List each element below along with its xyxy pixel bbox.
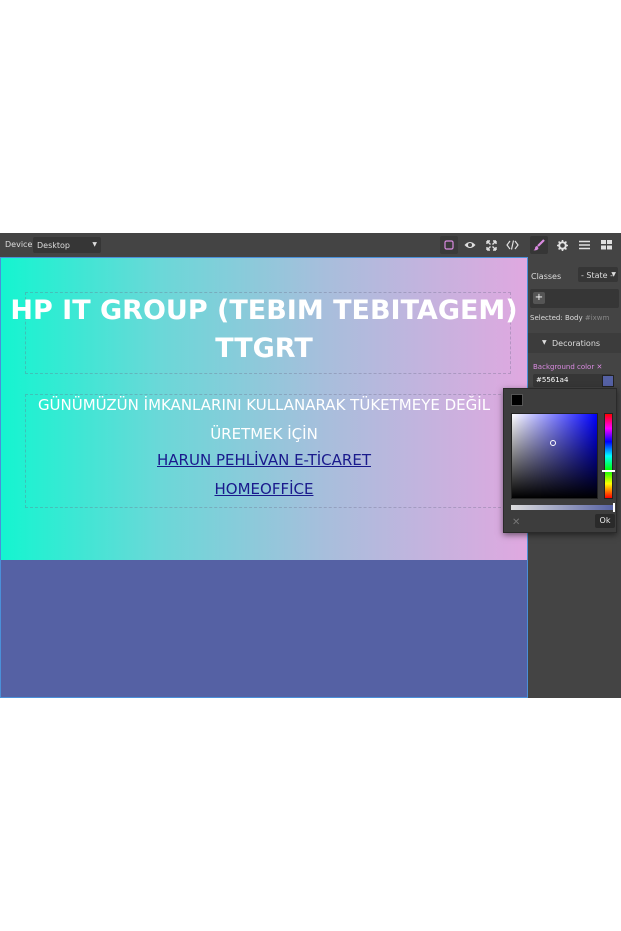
- eye-icon: [464, 242, 476, 248]
- color-picker-popup: ✕ Ok: [503, 388, 617, 533]
- style-manager-button[interactable]: [530, 236, 548, 254]
- top-toolbar: Device Desktop ▼: [0, 233, 621, 257]
- background-color-label: Background color ✕: [533, 363, 602, 371]
- hue-slider[interactable]: [604, 413, 613, 499]
- view-code-button[interactable]: [503, 236, 521, 254]
- selected-info: Selected: Body #ixwm: [530, 314, 609, 322]
- add-class-button[interactable]: +: [533, 292, 545, 304]
- homeoffice-link[interactable]: HOMEOFFİCE: [1, 480, 527, 498]
- ok-button[interactable]: Ok: [595, 514, 615, 528]
- device-select-value: Desktop: [37, 241, 70, 250]
- square-border-icon: [444, 240, 454, 250]
- editor-canvas[interactable]: HP IT GROUP (TEBIM TEBITAGEM) TTGRT GÜNÜ…: [0, 257, 528, 698]
- device-label: Device: [5, 240, 33, 249]
- selected-label: Selected:: [530, 314, 563, 322]
- decorations-sector-header[interactable]: ▼ Decorations: [528, 333, 621, 353]
- background-color-input[interactable]: #5561a4: [533, 374, 612, 387]
- fullscreen-icon: [485, 239, 497, 251]
- picker-current-color: [511, 394, 523, 406]
- blocks-icon: [600, 240, 612, 250]
- background-color-value: #5561a4: [536, 376, 569, 384]
- background-color-label-text: Background color: [533, 363, 595, 371]
- clear-icon[interactable]: ✕: [596, 363, 602, 371]
- hero-section[interactable]: HP IT GROUP (TEBIM TEBITAGEM) TTGRT GÜNÜ…: [1, 258, 527, 560]
- saturation-value-area[interactable]: [511, 413, 598, 499]
- alpha-slider-handle[interactable]: [613, 503, 615, 512]
- hue-slider-handle[interactable]: [602, 469, 615, 472]
- gear-icon: [556, 239, 568, 251]
- state-select[interactable]: - State - ▼: [578, 267, 618, 282]
- alpha-slider[interactable]: [511, 505, 615, 510]
- hamburger-icon: [578, 240, 590, 250]
- code-icon: [505, 240, 519, 250]
- show-borders-button[interactable]: [440, 236, 458, 254]
- settings-button[interactable]: [553, 236, 571, 254]
- caret-down-icon: ▼: [542, 339, 547, 346]
- classes-label: Classes: [531, 272, 562, 281]
- state-select-value: - State -: [581, 271, 614, 280]
- e-ticaret-link[interactable]: HARUN PEHLİVAN E-TİCARET: [1, 451, 527, 469]
- preview-button[interactable]: [461, 236, 479, 254]
- cancel-icon[interactable]: ✕: [512, 517, 520, 528]
- device-select[interactable]: Desktop ▼: [33, 237, 101, 253]
- color-cursor[interactable]: [549, 439, 556, 446]
- hero-subtitle[interactable]: GÜNÜMÜZÜN İMKANLARINI KULLANARAK TÜKETME…: [1, 391, 527, 449]
- selected-id: #ixwm: [584, 314, 610, 322]
- paintbrush-icon: [533, 239, 545, 251]
- selected-name: Body: [564, 314, 583, 322]
- editor-app: Device Desktop ▼ HP IT GROUP (TEBIM TEBI…: [0, 233, 621, 698]
- hero-title[interactable]: HP IT GROUP (TEBIM TEBITAGEM) TTGRT: [1, 292, 527, 368]
- classes-box[interactable]: +: [530, 289, 619, 308]
- decorations-label: Decorations: [552, 339, 601, 348]
- caret-down-icon: ▼: [611, 271, 616, 278]
- caret-down-icon: ▼: [92, 241, 97, 248]
- layer-manager-button[interactable]: [575, 236, 593, 254]
- fullscreen-button[interactable]: [482, 236, 500, 254]
- background-color-swatch[interactable]: [602, 375, 614, 387]
- blocks-button[interactable]: [597, 236, 615, 254]
